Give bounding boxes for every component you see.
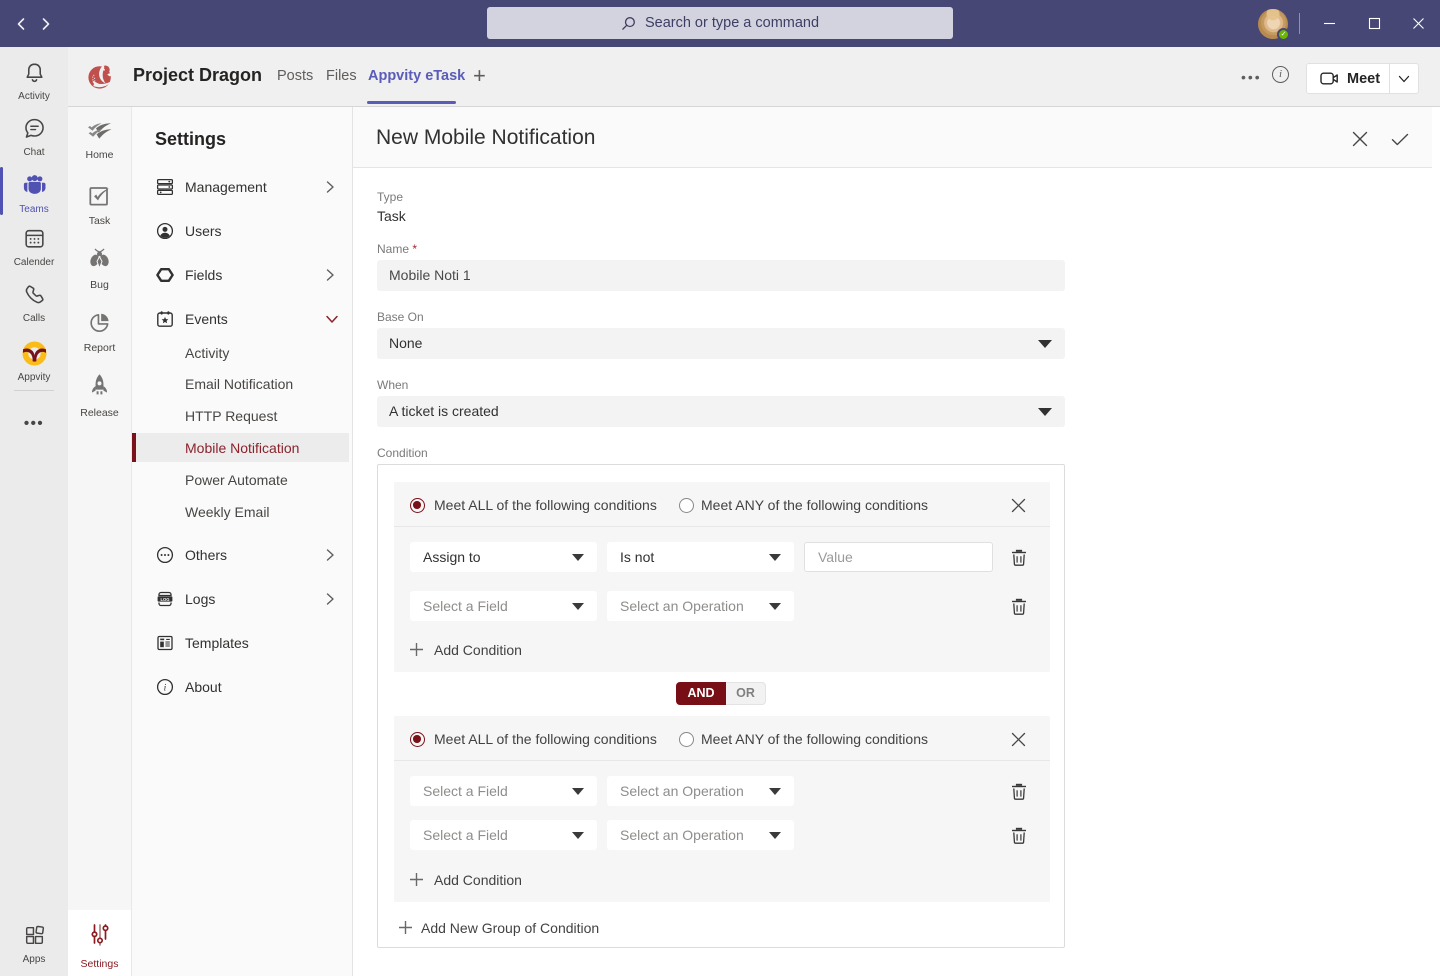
- svg-text:i: i: [164, 683, 167, 693]
- svg-text:LOG: LOG: [160, 597, 169, 602]
